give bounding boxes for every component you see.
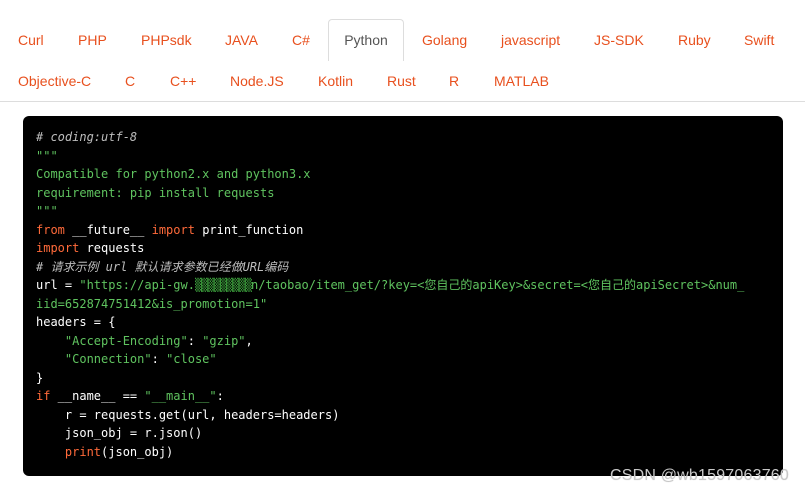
code-line: """ xyxy=(36,204,58,218)
tab-c[interactable]: C xyxy=(125,60,135,101)
code-line: url = "https://api-gw.▒▒▒▒▒▒▒▒▒n/taobao/… xyxy=(36,276,770,295)
code-token: requests xyxy=(79,241,145,255)
code-token: "close" xyxy=(166,352,217,366)
code-token: "https://api-gw. xyxy=(79,278,195,292)
tab-cpp[interactable]: C++ xyxy=(170,60,196,101)
tab-rust[interactable]: Rust xyxy=(387,60,416,101)
code-token: "__main__" xyxy=(144,389,217,403)
tab-row-2: Objective-C C C++ Node.JS Kotlin Rust R … xyxy=(0,60,805,101)
code-token: : xyxy=(151,352,167,366)
code-line: # 请求示例 url 默认请求参数已经做URL编码 xyxy=(36,259,289,274)
tab-js-sdk[interactable]: JS-SDK xyxy=(594,19,644,60)
code-token: url = xyxy=(36,278,80,292)
tab-swift[interactable]: Swift xyxy=(744,19,774,60)
code-token: "Accept-Encoding" xyxy=(64,333,188,348)
tab-python[interactable]: Python xyxy=(328,19,404,61)
tab-curl[interactable]: Curl xyxy=(18,19,44,60)
tab-java[interactable]: JAVA xyxy=(225,19,258,60)
code-token: __future__ xyxy=(64,222,152,237)
code-token: "Connection" xyxy=(64,352,152,366)
tab-javascript[interactable]: javascript xyxy=(501,19,560,60)
code-line: r = requests.get(url, headers=headers) xyxy=(36,407,340,422)
tab-kotlin[interactable]: Kotlin xyxy=(318,60,353,101)
code-token: import xyxy=(36,241,80,255)
tab-row-1: Curl PHP PHPsdk JAVA C# Python Golang ja… xyxy=(0,19,805,61)
code-token: if xyxy=(36,389,51,403)
csdn-watermark: CSDN @wb1597063760 xyxy=(609,467,789,484)
code-token: , xyxy=(245,333,253,348)
redacted-text: ▒▒▒▒▒▒▒▒▒ xyxy=(194,278,252,292)
code-line: """ xyxy=(36,148,58,163)
tab-r[interactable]: R xyxy=(449,60,459,101)
code-token: "gzip" xyxy=(202,333,246,348)
code-line: Compatible for python2.x and python3.x xyxy=(36,167,311,181)
tab-php[interactable]: PHP xyxy=(78,19,107,60)
code-line: json_obj = r.json() xyxy=(36,426,203,440)
code-token: n/taobao/item_get/?key=<您自己的apiKey>&secr… xyxy=(250,278,745,292)
tab-objective-c[interactable]: Objective-C xyxy=(18,60,91,101)
code-line: "Accept-Encoding": "gzip", xyxy=(36,332,770,351)
code-token: : xyxy=(216,389,224,403)
code-token: : xyxy=(187,333,203,348)
code-line: iid=652874751412&is_promotion=1" xyxy=(36,296,268,311)
code-line: # coding:utf-8 xyxy=(36,130,138,144)
code-line: headers = { xyxy=(36,315,116,329)
code-line: "Connection": "close" xyxy=(36,350,770,369)
code-token: from xyxy=(36,222,65,237)
tab-matlab[interactable]: MATLAB xyxy=(494,60,549,101)
code-token: (json_obj) xyxy=(101,444,174,459)
tab-phpsdk[interactable]: PHPsdk xyxy=(141,19,192,60)
tab-csharp[interactable]: C# xyxy=(292,19,310,60)
code-token: print xyxy=(64,444,102,459)
language-tabs: Curl PHP PHPsdk JAVA C# Python Golang ja… xyxy=(0,0,805,102)
code-line: print(json_obj) xyxy=(36,443,770,462)
code-token: import xyxy=(151,222,195,237)
tab-golang[interactable]: Golang xyxy=(422,19,467,60)
tab-nodejs[interactable]: Node.JS xyxy=(230,60,284,101)
code-line: requirement: pip install requests xyxy=(36,185,275,200)
code-token: __name__ == xyxy=(50,389,145,403)
code-line: } xyxy=(36,370,44,385)
code-block[interactable]: # coding:utf-8 """ Compatible for python… xyxy=(23,116,783,476)
code-line: from __future__ import print_function xyxy=(36,221,770,240)
code-line: if __name__ == "__main__": xyxy=(36,387,770,406)
code-token: print_function xyxy=(194,222,304,237)
tab-ruby[interactable]: Ruby xyxy=(678,19,711,60)
code-line: import requests xyxy=(36,239,770,258)
